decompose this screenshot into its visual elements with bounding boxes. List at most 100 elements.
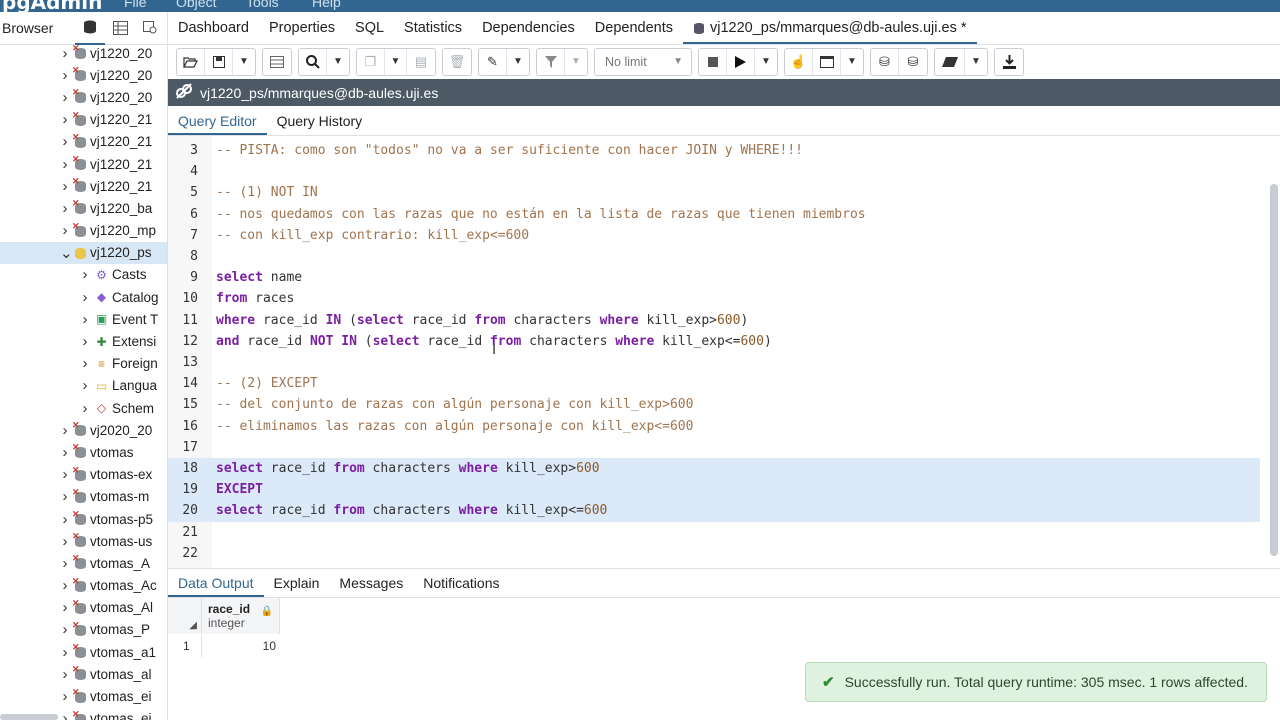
search-objects-icon[interactable] (135, 12, 165, 45)
tree-database-item[interactable]: › ✕ vtomas-ex (0, 464, 167, 486)
explain-options-chevron-down-icon[interactable]: ▼ (841, 49, 863, 75)
tab-sql[interactable]: SQL (345, 20, 394, 44)
code-line[interactable]: 13 (168, 352, 1260, 373)
sidebar-scrollbar[interactable] (0, 714, 58, 720)
chevron-right-icon[interactable]: › (80, 266, 90, 283)
chevron-right-icon[interactable]: › (80, 400, 90, 417)
chevron-right-icon[interactable]: › (60, 577, 70, 594)
tab-dashboard[interactable]: Dashboard (168, 20, 259, 44)
tree-child-item[interactable]: › ▭ Langua (0, 375, 167, 397)
tree-database-item[interactable]: › ✕ vj1220_21 (0, 131, 167, 153)
object-explorer-icon[interactable] (75, 12, 105, 45)
tree-database-item[interactable]: › ✕ vtomas_a1 (0, 641, 167, 663)
limit-select[interactable]: No limit ▼ (594, 47, 692, 76)
tab-properties[interactable]: Properties (259, 20, 345, 44)
code-line[interactable]: 15 -- del conjunto de razas con algún per… (168, 394, 1260, 415)
tree-child-item[interactable]: › ⚙ Casts (0, 264, 167, 286)
tree-child-item[interactable]: › ◇ Schem (0, 397, 167, 419)
code-line[interactable]: 11 where race_id IN (select race_id from … (168, 310, 1260, 331)
connection-label[interactable]: vj1220_ps/mmarques@db-aules.uji.es (200, 85, 438, 101)
tree-child-item[interactable]: › ≡ Foreign (0, 353, 167, 375)
editor-scrollbar[interactable] (1270, 184, 1278, 556)
tab-notifications[interactable]: Notifications (413, 575, 509, 597)
tree-database-item[interactable]: › ✕ vtomas_al (0, 663, 167, 685)
tree-child-item[interactable]: › ✚ Extensi (0, 330, 167, 352)
menu-tools[interactable]: Tools (246, 0, 279, 10)
code-line[interactable]: 14 -- (2) EXCEPT (168, 373, 1260, 394)
clear-options-chevron-down-icon[interactable]: ▼ (965, 49, 987, 75)
chevron-right-icon[interactable]: › (60, 511, 70, 528)
code-line[interactable]: 5 -- (1) NOT IN (168, 182, 1260, 203)
find-search-icon[interactable] (299, 48, 327, 75)
chevron-right-icon[interactable]: › (60, 599, 70, 616)
chevron-right-icon[interactable]: › (60, 488, 70, 505)
explain-hand-icon[interactable]: ☝ (785, 48, 813, 75)
chevron-right-icon[interactable]: › (60, 222, 70, 239)
tree-database-item[interactable]: › ✕ vtomas_A (0, 552, 167, 574)
tree-child-item[interactable]: › ◆ Catalog (0, 286, 167, 308)
chevron-right-icon[interactable]: › (60, 133, 70, 150)
code-line[interactable]: 10 from races (168, 288, 1260, 309)
stop-icon[interactable] (699, 48, 727, 75)
table-view-icon[interactable] (105, 12, 135, 45)
code-line[interactable]: 8 (168, 246, 1260, 267)
tree-database-item[interactable]: › ✕ vtomas-m (0, 486, 167, 508)
code-line[interactable]: 22 (168, 543, 1260, 564)
code-line[interactable]: 18 select race_id from characters where k… (168, 458, 1260, 480)
chevron-right-icon[interactable]: › (60, 444, 70, 461)
chevron-right-icon[interactable]: › (60, 533, 70, 550)
code-line[interactable]: 20 select race_id from characters where k… (168, 500, 1260, 522)
menu-object[interactable]: Object (176, 0, 216, 10)
code-line[interactable]: 12 and race_id NOT IN (select race_id fro… (168, 331, 1260, 352)
chevron-right-icon[interactable]: › (80, 355, 90, 372)
copy-options-chevron-down-icon[interactable]: ▼ (385, 48, 407, 75)
chevron-down-icon[interactable]: ⌄ (60, 244, 73, 262)
menu-help[interactable]: Help (312, 0, 341, 10)
code-line[interactable]: 3 -- PISTA: como son "todos" no va a ser … (168, 140, 1260, 161)
code-line[interactable]: 17 (168, 437, 1260, 458)
explain-analyze-icon[interactable] (813, 48, 841, 75)
sql-editor[interactable]: I 3 -- PISTA: como son "todos" no va a se… (168, 136, 1280, 568)
chevron-right-icon[interactable]: › (60, 644, 70, 661)
chevron-right-icon[interactable]: › (60, 422, 70, 439)
download-icon[interactable] (995, 49, 1023, 75)
tree-database-item[interactable]: › ✕ vtomas-us (0, 530, 167, 552)
filter-icon[interactable] (537, 48, 565, 75)
success-notification[interactable]: ✔ Successfully run. Total query runtime:… (805, 662, 1267, 702)
tab-query-editor[interactable]: Query Editor (168, 113, 267, 135)
tab-query-history[interactable]: Query History (267, 113, 373, 135)
save-icon[interactable] (205, 48, 233, 75)
tree-database-item[interactable]: › ✕ vj1220_21 (0, 109, 167, 131)
tree-database-item[interactable]: › ✕ vtomas_ei (0, 685, 167, 707)
table-row[interactable]: 1 10 (168, 635, 280, 657)
tree-database-item[interactable]: › ✕ vj1220_ba (0, 197, 167, 219)
execute-options-chevron-down-icon[interactable]: ▼ (755, 49, 777, 75)
tree-child-item[interactable]: › ▣ Event T (0, 308, 167, 330)
tree-database-item[interactable]: › ✕ vtomas-p5 (0, 508, 167, 530)
chevron-right-icon[interactable]: › (60, 89, 70, 106)
rollback-icon[interactable]: ⛁ (899, 49, 927, 75)
find-options-chevron-down-icon[interactable]: ▼ (327, 49, 349, 75)
chevron-right-icon[interactable]: › (60, 688, 70, 705)
menu-file[interactable]: File (124, 0, 147, 10)
tree-database-item[interactable]: › ✕ vtomas_Al (0, 597, 167, 619)
open-file-icon[interactable] (177, 48, 205, 75)
tab-data-output[interactable]: Data Output (168, 575, 264, 597)
chevron-right-icon[interactable]: › (60, 67, 70, 84)
code-line[interactable]: 4 (168, 161, 1260, 182)
code-line[interactable]: 21 (168, 522, 1260, 543)
chevron-right-icon[interactable]: › (80, 333, 90, 350)
tree-database-item[interactable]: › ✕ vtomas_P (0, 619, 167, 641)
delete-trash-icon[interactable]: 🗑 (443, 49, 471, 75)
tree-database-item[interactable]: › ✕ vj1220_21 (0, 153, 167, 175)
tab-explain[interactable]: Explain (264, 575, 330, 597)
chevron-right-icon[interactable]: › (60, 156, 70, 173)
tree-database-item[interactable]: ⌄ vj1220_ps (0, 241, 167, 264)
tree-database-item[interactable]: › ✕ vj1220_mp (0, 220, 167, 242)
code-line[interactable]: 7 -- con kill_exp contrario: kill_exp<=60… (168, 225, 1260, 246)
chevron-right-icon[interactable]: › (60, 200, 70, 217)
tree-database-item[interactable]: › ✕ vtomas_Ac (0, 575, 167, 597)
chevron-right-icon[interactable]: › (60, 555, 70, 572)
copy-icon[interactable]: ❐ (357, 48, 385, 75)
save-options-chevron-down-icon[interactable]: ▼ (233, 49, 255, 75)
